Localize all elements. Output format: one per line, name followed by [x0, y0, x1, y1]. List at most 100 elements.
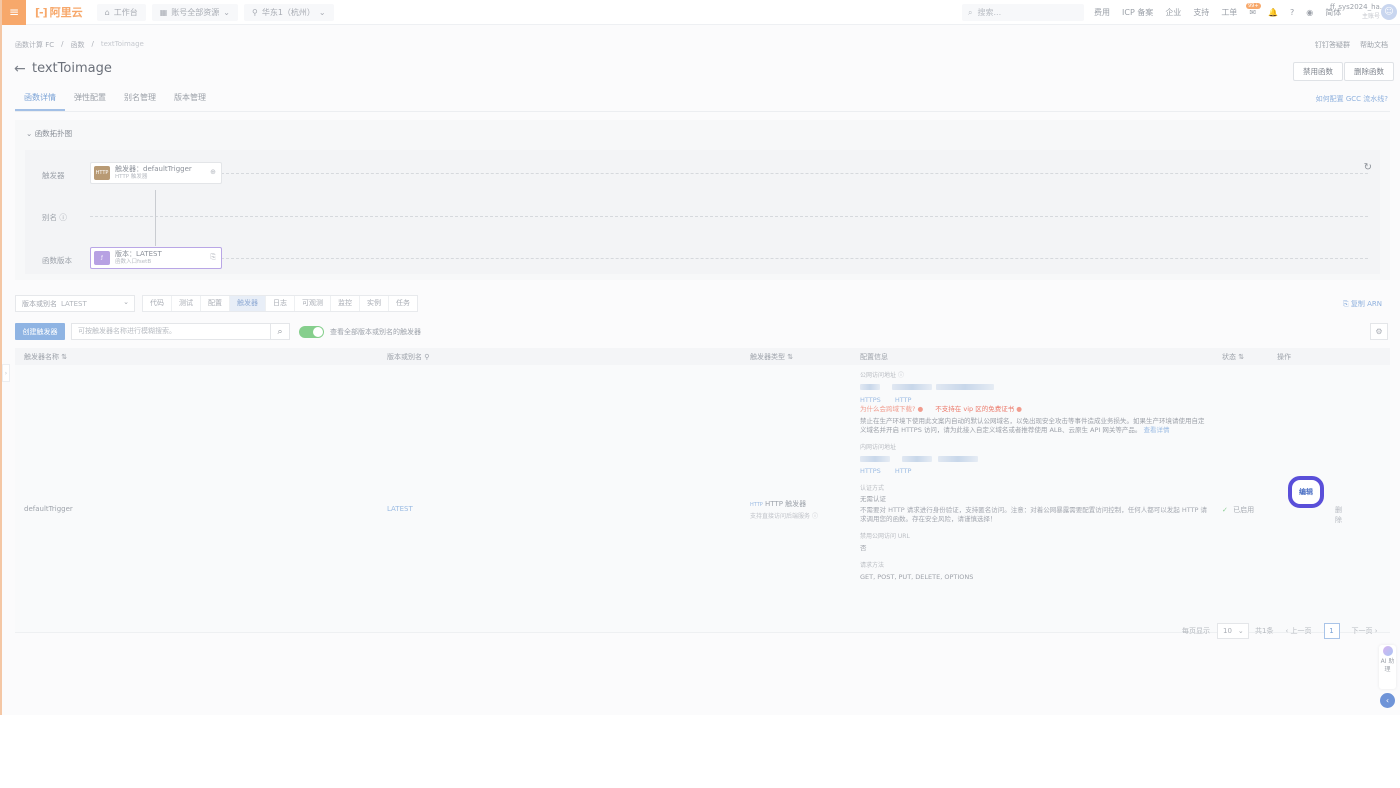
back-arrow-icon[interactable]: ← — [14, 61, 26, 77]
show-all-versions-toggle[interactable] — [299, 326, 324, 338]
version-select[interactable]: 版本或别名 LATEST ⌄ — [15, 295, 135, 312]
private-address-blurred[interactable] — [860, 455, 1210, 464]
edit-trigger-button[interactable]: 编辑 — [1288, 476, 1324, 508]
avatar[interactable]: ☺ — [1381, 4, 1397, 20]
ftab-config[interactable]: 配置 — [201, 296, 230, 311]
gcc-pipeline-link[interactable]: 如何配置 GCC 流水线? — [1316, 94, 1388, 104]
table-row: defaultTrigger LATEST HTTP HTTP 触发器 支持直接… — [15, 365, 1390, 633]
prev-page-button[interactable]: ‹ 上一页 — [1285, 626, 1311, 636]
toggle-label: 查看全部版本或别名的触发器 — [330, 328, 421, 336]
collapse-left-icon[interactable]: ‹ — [1380, 693, 1395, 708]
ftab-test[interactable]: 测试 — [172, 296, 201, 311]
version-node[interactable]: ƒ 版本：LATEST 函数入口fsetB ⎘ — [90, 247, 222, 269]
mail-icon[interactable]: ✉ — [1249, 8, 1256, 17]
breadcrumb-functions[interactable]: 函数 — [71, 40, 85, 50]
th-config: 配置信息 — [860, 353, 888, 361]
ftab-log[interactable]: 日志 — [266, 296, 295, 311]
bell-icon[interactable]: 🔔 — [1268, 8, 1278, 17]
breadcrumb-fc[interactable]: 函数计算 FC — [15, 40, 54, 50]
copy-arn-link[interactable]: ⎘ 复制 ARN — [1343, 299, 1382, 309]
top-link-icp[interactable]: ICP 备案 — [1122, 7, 1153, 18]
info-icon[interactable]: ⓘ — [898, 372, 904, 379]
trigger-node[interactable]: HTTP 触发器：defaultTrigger HTTP 触发器 ⊕ — [90, 162, 222, 184]
ftab-monitor[interactable]: 监控 — [331, 296, 360, 311]
global-search-input[interactable]: ⌕ 搜索... — [962, 4, 1084, 21]
table-header: 触发器名称 ⇅ 版本或别名 ⚲ 触发器类型 ⇅ 配置信息 状态 ⇅ 操作 — [15, 348, 1390, 365]
breadcrumb-current: textToimage — [100, 40, 144, 48]
gear-icon[interactable]: ⚙ — [1370, 323, 1388, 340]
cell-version-link[interactable]: LATEST — [387, 505, 413, 513]
top-link-ticket[interactable]: 工单 — [1221, 7, 1237, 18]
function-tabs: 代码 测试 配置 触发器 日志 可观测 监控 实例 任务 — [142, 295, 418, 312]
create-trigger-button[interactable]: 创建触发器 — [15, 323, 65, 340]
disable-function-button[interactable]: 禁用函数 — [1293, 62, 1343, 81]
http-badge-icon: HTTP — [750, 502, 763, 508]
hamburger-menu-icon[interactable]: ≡ — [2, 0, 26, 25]
topology-header[interactable]: ⌄ 函数拓扑图 — [26, 128, 72, 139]
public-address-blurred[interactable] — [860, 383, 1210, 392]
warn-cert-link[interactable]: 不支持在 vip 区的免费证书 — [935, 405, 1014, 413]
copy-icon[interactable]: ⎘ — [210, 253, 216, 262]
trigger-node-title: 触发器：defaultTrigger — [115, 165, 192, 173]
delete-function-button[interactable]: 删除函数 — [1344, 62, 1394, 81]
status-badge: ✓ 已启用 — [1222, 506, 1255, 514]
disable-url-value: 否 — [860, 544, 867, 552]
page-1-button[interactable]: 1 — [1323, 622, 1340, 639]
tab-version-management[interactable]: 版本管理 — [165, 87, 215, 111]
version-node-sub: 函数入口fsetB — [115, 259, 152, 265]
search-icon[interactable]: ⌕ — [270, 323, 290, 340]
ai-icon[interactable]: ◉ — [1306, 8, 1313, 17]
help-icon[interactable]: ? — [1290, 8, 1294, 17]
view-details-link[interactable]: 查看详情 — [1143, 426, 1169, 434]
next-page-button[interactable]: 下一页 › — [1352, 626, 1378, 636]
filter-icon[interactable]: ⚲ — [424, 353, 429, 361]
top-link-enterprise[interactable]: 企业 — [1165, 7, 1181, 18]
protocol-https-private[interactable]: HTTPS — [860, 467, 881, 475]
auth-label: 认证方式 — [860, 485, 885, 492]
filter-icon[interactable]: ⇅ — [61, 353, 67, 361]
info-icon[interactable]: ⓘ — [812, 513, 818, 520]
add-icon[interactable]: ⊕ — [210, 168, 216, 176]
tab-function-detail[interactable]: 函数详情 — [15, 87, 65, 111]
delete-link[interactable]: 删除 — [1335, 505, 1342, 525]
topology-line-version — [221, 258, 1368, 259]
http-badge-icon: HTTP — [94, 166, 110, 180]
top-link-fee[interactable]: 费用 — [1094, 7, 1110, 18]
region-selector[interactable]: ⚲ 华东1（杭州） ⌄ — [243, 3, 334, 21]
expand-sidebar-icon[interactable]: › — [2, 364, 10, 382]
grid-icon: ▦ — [159, 7, 168, 17]
top-link-support[interactable]: 支持 — [1193, 7, 1209, 18]
trigger-search-input[interactable]: 可按触发器名称进行模糊搜索。 — [71, 323, 271, 340]
ftab-task[interactable]: 任务 — [389, 296, 417, 311]
dingtalk-link[interactable]: 钉钉答疑群 — [1315, 40, 1350, 50]
per-page-select[interactable]: 10 ⌄ — [1217, 622, 1249, 639]
topology-line-trigger — [221, 173, 1368, 174]
ftab-observability[interactable]: 可观测 — [295, 296, 331, 311]
ftab-instance[interactable]: 实例 — [360, 296, 389, 311]
account-selector[interactable]: ▦ 账号全部资源 ⌄ — [151, 3, 238, 21]
top-links: 费用 ICP 备案 企业 支持 工单 ✉ 🔔 ? ◉ 简体 — [1094, 0, 1341, 25]
tab-elastic-config[interactable]: 弹性配置 — [65, 87, 115, 111]
ai-assistant-widget[interactable]: AI 助理 — [1379, 645, 1396, 689]
warn-cors-link[interactable]: 为什么会跨域下载? — [860, 405, 915, 413]
page: ≡ [-] 阿里云 ⌂ 工作台 ▦ 账号全部资源 ⌄ ⚲ 华东1（杭州） ⌄ ⌕… — [0, 0, 1400, 715]
user-name: ff_sys2024_ha... — [1330, 3, 1387, 11]
protocol-https[interactable]: HTTPS — [860, 396, 881, 404]
topology-row-alias: 别名 ⓘ — [42, 213, 67, 222]
ftab-trigger[interactable]: 触发器 — [230, 296, 266, 311]
filter-icon[interactable]: ⇅ — [1238, 353, 1244, 361]
ftab-code[interactable]: 代码 — [143, 296, 172, 311]
user-info[interactable]: ff_sys2024_ha... 主账号 — [1330, 3, 1387, 21]
refresh-icon[interactable]: ↻ — [1364, 162, 1372, 173]
methods-label: 请求方法 — [860, 562, 885, 569]
logo[interactable]: [-] 阿里云 — [35, 4, 83, 20]
help-doc-link[interactable]: 帮助文档 — [1360, 40, 1388, 50]
filter-icon[interactable]: ⇅ — [787, 353, 793, 361]
protocol-http-private[interactable]: HTTP — [895, 467, 912, 475]
tab-alias-management[interactable]: 别名管理 — [115, 87, 165, 111]
auth-note: 不需要对 HTTP 请求进行身份验证，支持匿名访问。注意：对着公网暴露需要配置访… — [860, 506, 1208, 523]
workbench-button[interactable]: ⌂ 工作台 — [96, 3, 146, 21]
info-icon[interactable]: ⓘ — [59, 213, 67, 222]
function-icon: ƒ — [94, 251, 110, 265]
protocol-http[interactable]: HTTP — [895, 396, 912, 404]
